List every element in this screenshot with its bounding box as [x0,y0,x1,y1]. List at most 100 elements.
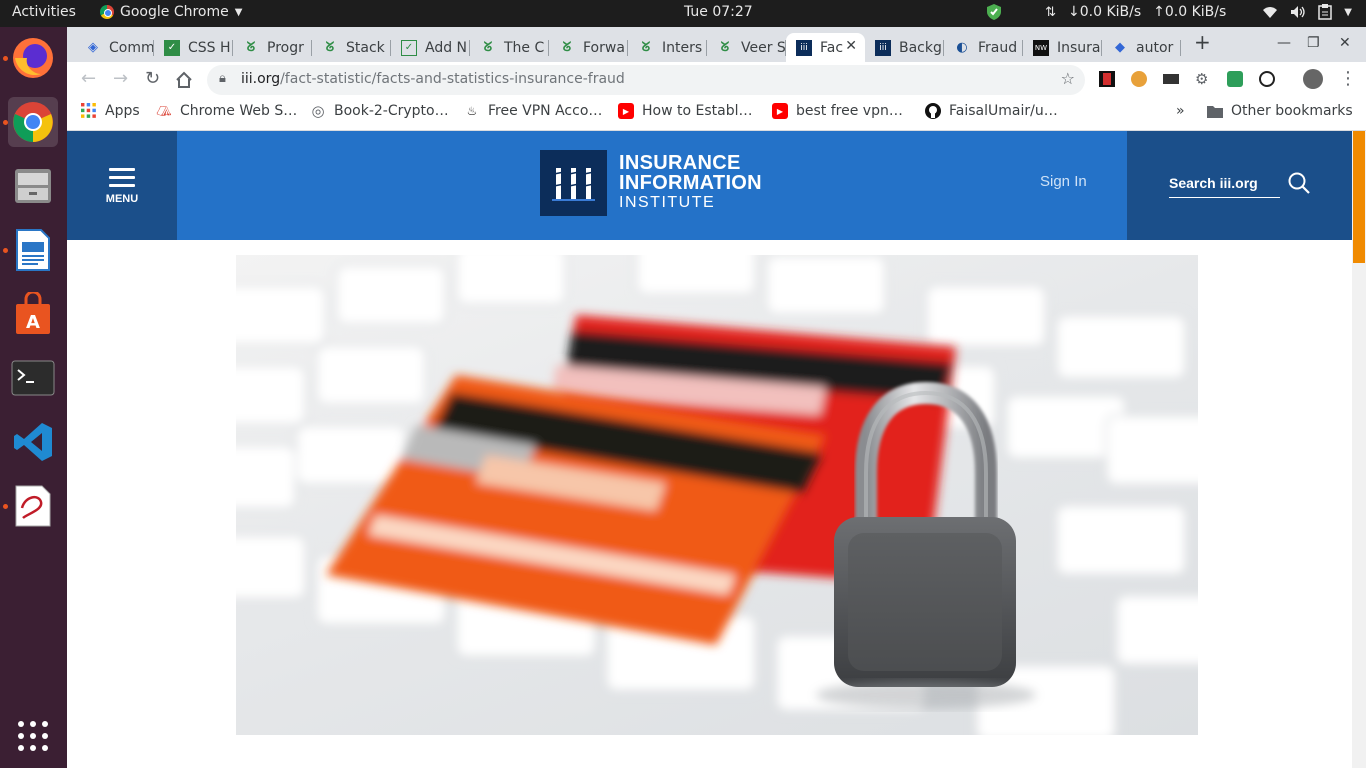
tab-11[interactable]: iii Backg [865,33,944,62]
dock-files[interactable] [8,161,58,211]
address-bar[interactable]: 🔒︎ iii.org/fact-statistic/facts-and-stat… [207,65,1085,95]
hero-image [236,255,1198,735]
tab-12[interactable]: ◐ Fraud [944,33,1023,62]
minimize-button[interactable]: — [1277,35,1291,51]
dock-software[interactable]: A [8,289,58,339]
globe-icon: ◎ [311,102,325,120]
tab-label: autor [1136,39,1174,56]
tab-5[interactable]: ✓ Add N [391,33,470,62]
tab-1[interactable]: ◈ Comm [75,33,154,62]
bookmark-label: Book-2-Crypto… [334,103,449,119]
geeks-icon: ᘜ [641,40,651,55]
tab-2[interactable]: ✓ CSS H [154,33,233,62]
tab-7[interactable]: ᘜ Forwa [549,33,628,62]
chrome-icon [100,5,114,19]
app-menu[interactable]: Google Chrome ▼ [100,4,242,20]
scrollbar-thumb[interactable] [1353,131,1365,263]
tab-active[interactable]: iii Fac ✕ [786,33,865,62]
dock-evince[interactable] [8,481,58,531]
shield-icon [987,4,1002,20]
clock-extension-icon[interactable] [1259,71,1275,87]
bookmark-label: Apps [105,103,140,119]
tab-label: Progr [267,39,304,56]
system-top-bar: Activities Google Chrome ▼ Tue 07:27 ⇅ ↓… [0,0,1366,27]
doc-icon: ✓ [401,39,417,56]
geeks-icon: ᘜ [483,40,493,55]
new-tab-button[interactable]: + [1194,30,1211,54]
volume-icon [1291,6,1305,18]
bookmark-book-2-crypto[interactable]: ◎ Book-2-Crypto… [310,102,449,120]
show-applications-button[interactable] [8,711,58,761]
bookmark-github[interactable]: FaisalUmair/u… [925,103,1058,119]
inbox-extension-icon[interactable] [1227,71,1243,87]
back-arrow-icon[interactable]: ← [81,68,96,89]
iii-logo-icon [540,150,607,216]
dock-writer[interactable] [8,225,58,275]
tab-label: Comm [109,39,154,56]
shopping-bag-icon: A [16,292,50,334]
apps-grid-icon [81,103,96,118]
bookmark-label: Other bookmarks [1231,103,1353,119]
bookmark-best-free-vpn[interactable]: ▶ best free vpn… [772,103,903,119]
gear-icon[interactable]: ⚙ [1195,71,1211,87]
extension-red-icon[interactable] [1099,71,1115,87]
bookmark-star-icon[interactable]: ☆ [1061,69,1075,88]
geeks-icon: ᘜ [720,40,730,55]
clipboard-icon [1318,4,1333,20]
menu-button[interactable]: MENU [67,131,177,240]
close-window-button[interactable]: ✕ [1339,35,1351,51]
restore-button[interactable]: ❐ [1307,35,1320,51]
kebab-menu-icon[interactable]: ⋮ [1339,68,1357,89]
youtube-icon: ▶ [772,103,788,119]
app-name: Google Chrome [120,4,229,20]
tab-label: Add N [425,39,468,56]
system-tray[interactable]: ⇅ ↓0.0 KiB/s ↑0.0 KiB/s ▼ [985,3,1352,21]
cookie-icon[interactable] [1131,71,1147,87]
web-page: MENU INSURANCE INFORMATION INSTITUTE Sig… [67,131,1352,768]
reload-icon[interactable]: ↻ [145,68,160,89]
tab-strip: ◈ Comm ✓ CSS H ᘜ Progr ᘜ Stack ✓ Add N ᘜ… [67,27,1366,62]
logo-line-1: INSURANCE [619,152,741,174]
dock-chrome[interactable] [8,97,58,147]
network-arrows-icon: ⇅ [1045,4,1057,20]
site-icon: NW [1033,39,1049,56]
close-tab-icon[interactable]: ✕ [845,38,857,54]
bookmark-apps[interactable]: Apps [81,103,140,119]
dock-vscode[interactable] [8,417,58,467]
clock[interactable]: Tue 07:27 [684,4,753,20]
running-indicator [3,56,8,61]
bookmark-free-vpn[interactable]: ♨ Free VPN Acco… [464,103,603,119]
bookmark-chrome-web-store[interactable]: ⛺︎ Chrome Web S… [156,103,297,119]
tab-4[interactable]: ᘜ Stack [312,33,391,62]
tab-8[interactable]: ᘜ Inters [628,33,707,62]
search-icon[interactable] [1287,171,1311,195]
other-bookmarks-folder[interactable]: Other bookmarks [1207,103,1353,119]
iii-icon: iii [875,39,891,56]
site-search [1127,131,1352,240]
tab-label: CSS H [188,39,231,56]
tab-label: Inters [662,39,703,56]
tab-6[interactable]: ᘜ The C [470,33,549,62]
url-domain: iii.org [241,71,281,87]
bookmark-how-to-establish[interactable]: ▶ How to Establ… [618,103,752,119]
tab-label: The C [504,39,545,56]
search-input[interactable] [1169,169,1280,198]
app-icon: ◈ [88,40,98,55]
dock-terminal[interactable] [8,353,58,403]
sign-in-link[interactable]: Sign In [1040,173,1087,190]
tab-3[interactable]: ᘜ Progr [233,33,312,62]
avatar[interactable] [1303,69,1323,89]
terminal-extension-icon[interactable] [1163,74,1179,84]
tab-13[interactable]: NW Insura [1023,33,1102,62]
logo-wordmark: INSURANCE INFORMATION INSTITUTE [619,153,762,213]
bookmarks-overflow-button[interactable]: » [1176,103,1185,119]
activities-button[interactable]: Activities [12,4,76,20]
pdf-viewer-icon [15,485,51,527]
forward-arrow-icon[interactable]: → [113,68,128,89]
tab-14[interactable]: ◆ autor [1102,33,1181,62]
home-icon[interactable] [175,71,193,89]
site-logo[interactable]: INSURANCE INFORMATION INSTITUTE [540,150,762,216]
tab-9[interactable]: ᘜ Veer S [707,33,786,62]
geeks-icon: ᘜ [325,40,335,55]
dock-firefox[interactable] [8,33,58,83]
